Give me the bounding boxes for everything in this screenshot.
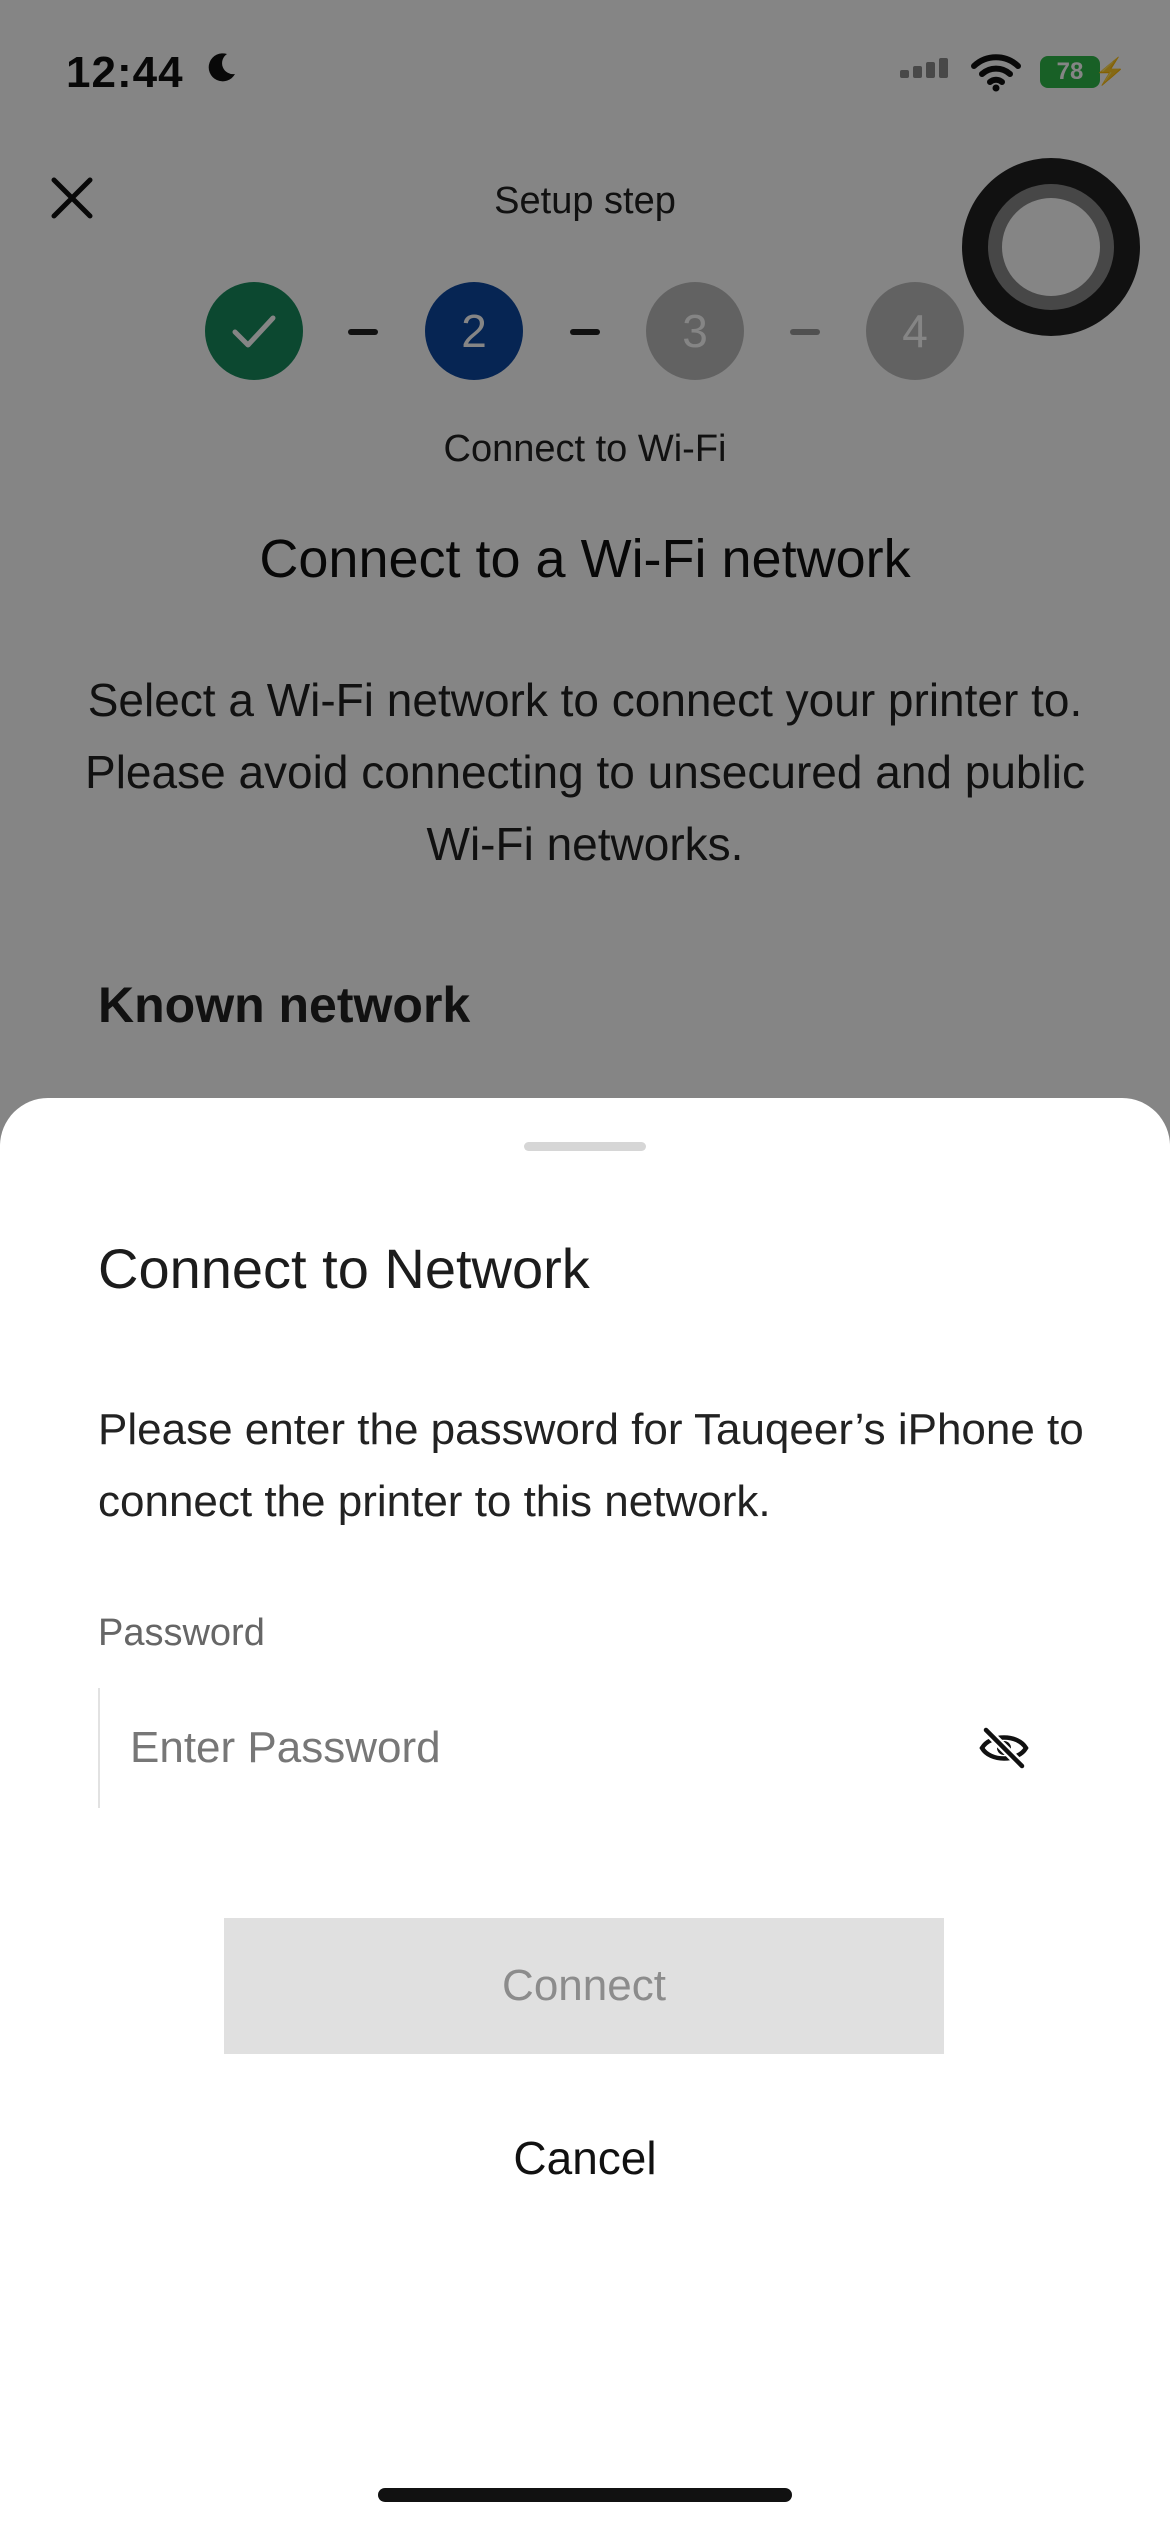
sheet-message: Please enter the password for Tauqeer’s … xyxy=(98,1405,1084,1526)
eye-slash-icon[interactable] xyxy=(978,1722,1030,1774)
cancel-button[interactable]: Cancel xyxy=(385,2098,785,2218)
sheet-title: Connect to Network xyxy=(98,1237,590,1300)
password-label: Password xyxy=(98,1612,265,1654)
sheet-drag-handle[interactable] xyxy=(524,1142,646,1151)
connect-network-sheet: Connect to Network Please enter the pass… xyxy=(0,1098,1170,2532)
password-field[interactable] xyxy=(98,1688,1050,1808)
home-indicator[interactable] xyxy=(378,2488,792,2502)
connect-button[interactable]: Connect xyxy=(224,1918,944,2054)
password-input[interactable] xyxy=(130,1688,890,1808)
